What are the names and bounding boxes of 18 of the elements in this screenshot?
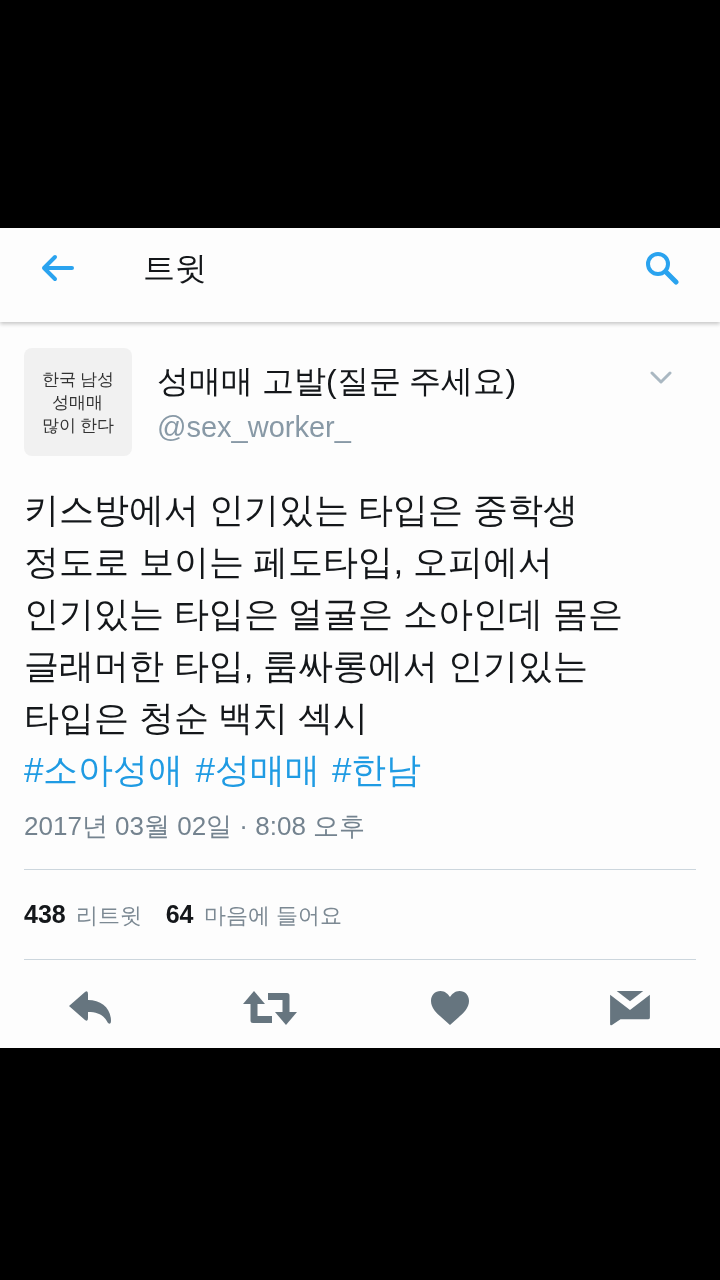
stat-label: 리트윗 xyxy=(75,902,142,930)
hashtag-link[interactable]: #한남 xyxy=(331,744,422,796)
author-handle: @sex_worker_ xyxy=(157,410,351,445)
page-title: 트윗 xyxy=(143,249,208,288)
author-name: 성매매 고발(질문 주세요) xyxy=(157,362,517,401)
retweet-icon[interactable] xyxy=(242,990,298,1026)
tweet-timestamp: 2017년 03월 02일 · 8:08 오후 xyxy=(24,810,367,843)
envelope-icon[interactable] xyxy=(607,990,653,1026)
stat-count: 64 xyxy=(165,899,194,930)
back-arrow-icon[interactable] xyxy=(40,254,74,282)
hashtag-link[interactable]: #소아성애 xyxy=(24,744,184,796)
hashtag-link[interactable]: #성매매 xyxy=(195,744,320,796)
tweet-text: 키스방에서 인기있는 타입은 중학생 정도로 보이는 페도타입, 오피에서 인기있는 타입은 얼굴은 소아인데 몸은 글래머한 타입, 룸싸롱에서 인기있는 타입은 청순 백치 섹시 xyxy=(24,489,624,739)
reply-arrow-icon[interactable] xyxy=(67,990,113,1026)
stat-label: 마음에 들어요 xyxy=(203,902,342,930)
avatar-caption: 한국 남성 성매매 많이 한다 xyxy=(41,368,115,437)
stat-count: 438 xyxy=(24,899,66,930)
search-icon[interactable] xyxy=(644,251,680,285)
